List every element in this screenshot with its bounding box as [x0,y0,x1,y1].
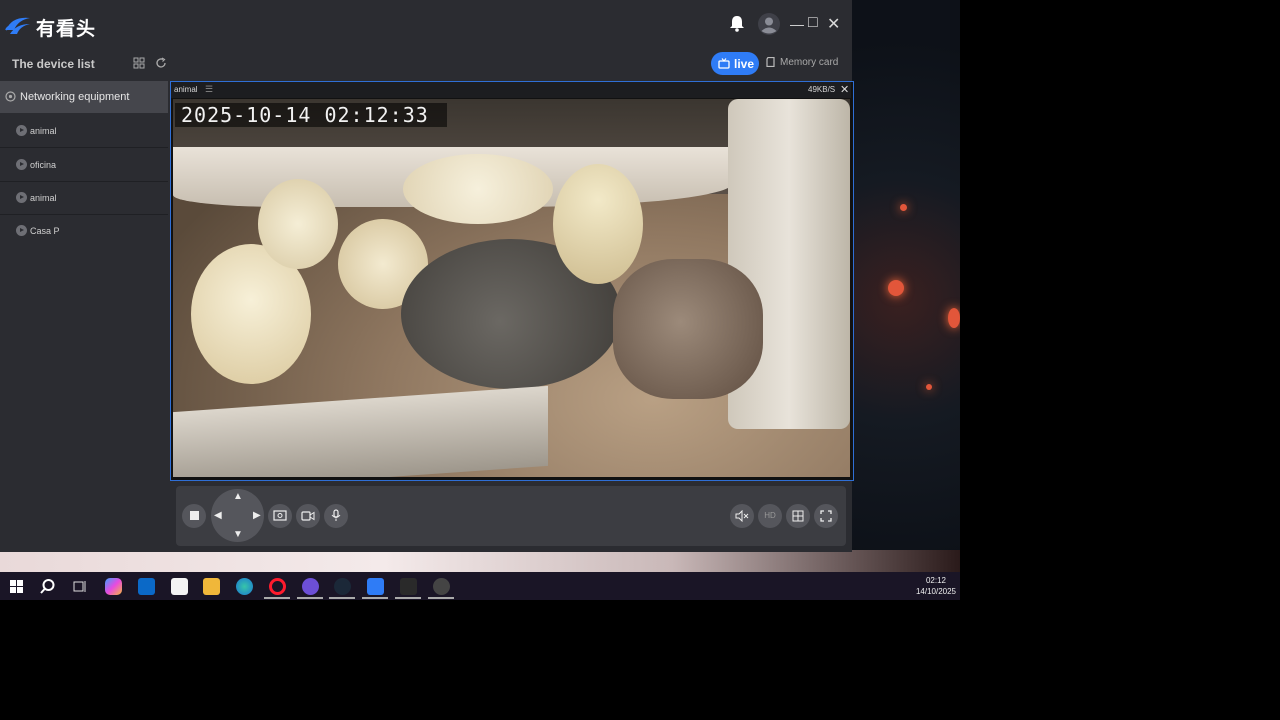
copilot-icon[interactable] [105,578,122,595]
app-brand-name: 有看头 [36,19,97,40]
close-video-icon[interactable]: ✕ [840,83,849,96]
close-icon[interactable]: ✕ [827,14,840,34]
app-taskbar-icon[interactable] [433,578,450,595]
video-camera-icon [301,511,315,521]
microphone-icon [331,509,341,521]
talk-button[interactable] [324,504,348,528]
ember-decoration [888,280,904,296]
ptz-down-arrow-icon[interactable]: ▼ [233,529,243,540]
chick [403,154,553,224]
camera-video-feed: 2025-10-14 02:12:33 [173,99,850,477]
stop-icon [189,511,199,520]
running-indicator [395,597,421,599]
opera-icon[interactable] [269,578,286,595]
title-bar: 有看头 — □ ✕ [0,0,852,50]
windows-start-icon[interactable] [8,578,25,595]
running-indicator [264,597,290,599]
sidebar-group-label: Networking equipment [20,91,130,103]
bitrate-readout: 49KB/S [808,85,836,94]
microsoft-store-icon[interactable] [171,578,188,595]
refresh-icon[interactable] [155,57,167,69]
camera-app-taskbar-icon[interactable] [367,578,384,595]
fullscreen-button[interactable] [814,504,838,528]
live-label: live [734,57,755,71]
ember-decoration [900,204,907,211]
chick [258,179,338,269]
ptz-joystick[interactable]: ▲ ▼ ◀ ▶ [211,489,264,542]
sidebar-item-animal[interactable]: animal [0,114,168,148]
camera-app-window: 有看头 — □ ✕ The device list live Memory ca… [0,0,854,552]
steam-icon[interactable] [334,578,351,595]
video-header: animal ☰ 49KB/S ✕ [171,82,851,98]
bell-icon[interactable] [729,15,745,32]
memory-card-label: Memory card [780,57,838,68]
play-icon [16,225,27,236]
sidebar-item-label: animal [30,193,57,203]
ptz-left-arrow-icon[interactable]: ◀ [214,510,222,521]
grid-layout-icon [792,510,804,522]
grid-view-icon[interactable] [133,57,145,69]
play-icon [16,192,27,203]
speaker-muted-icon [735,509,749,523]
video-timestamp-osd: 2025-10-14 02:12:33 [175,103,447,127]
sidebar-item-label: Casa P [30,226,60,236]
clock-time: 02:12 [925,576,946,585]
ptz-up-arrow-icon[interactable]: ▲ [233,491,243,502]
stop-button[interactable] [182,504,206,528]
task-view-icon[interactable] [72,578,89,595]
user-avatar-icon[interactable] [758,13,780,35]
device-list-title: The device list [12,57,95,71]
play-icon [16,159,27,170]
edge-icon[interactable] [236,578,253,595]
running-indicator [428,597,454,599]
search-icon[interactable] [39,578,56,595]
channel-name: animal [174,85,198,94]
clock-date: 14/10/2025 [915,587,956,596]
ptz-right-arrow-icon[interactable]: ▶ [253,510,261,521]
sidebar-item-animal[interactable]: animal [0,181,168,215]
discord-icon[interactable] [302,578,319,595]
running-indicator [297,597,323,599]
sidebar-item-oficina[interactable]: oficina [0,148,168,182]
sidebar-group-networking-equipment[interactable]: Networking equipment [0,81,168,113]
tv-icon [718,58,730,69]
fullscreen-icon [820,510,832,522]
system-clock[interactable]: 02:12 14/10/2025 [916,575,956,597]
split-view-button[interactable] [786,504,810,528]
running-indicator [329,597,355,599]
sidebar-item-label: oficina [30,160,57,170]
live-tab-button[interactable]: live [711,52,759,75]
video-panel[interactable]: animal ☰ 49KB/S ✕ 2025-10-14 02:12:33 [170,81,854,481]
running-indicator [362,597,388,599]
device-sidebar: Networking equipment animal oficina anim… [0,81,170,552]
snapshot-icon [273,510,287,521]
playback-controls: ▲ ▼ ◀ ▶ HD [176,486,846,546]
outlook-icon[interactable] [138,578,155,595]
mute-button[interactable] [730,504,754,528]
network-icon [5,91,16,102]
menu-icon[interactable]: ☰ [205,84,213,95]
windows-taskbar: 02:12 14/10/2025 [0,572,960,600]
chick [553,164,643,284]
epic-games-icon[interactable] [400,578,417,595]
app-logo-icon [5,17,30,34]
ember-decoration [948,308,960,328]
maximize-icon[interactable]: □ [808,14,818,32]
hd-label: HD [764,511,776,520]
hd-toggle-button[interactable]: HD [758,504,782,528]
play-icon [16,125,27,136]
sidebar-item-label: animal [30,126,57,136]
record-button[interactable] [296,504,320,528]
ember-decoration [926,384,932,390]
snapshot-button[interactable] [268,504,292,528]
sd-card-icon [766,57,775,68]
feeder-bowl [613,259,763,399]
sidebar-item-casa-p[interactable]: Casa P [0,214,168,247]
cardboard-box [173,385,548,477]
wallpaper-strip [0,550,960,572]
minimize-icon[interactable]: — [790,16,804,32]
memory-card-tab[interactable]: Memory card [766,57,838,68]
file-explorer-icon[interactable] [203,578,220,595]
